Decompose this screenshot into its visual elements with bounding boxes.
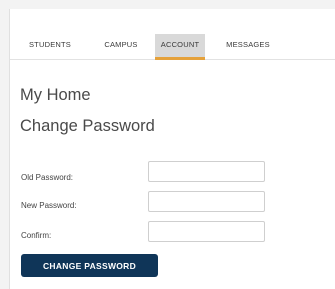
new-password-field[interactable] xyxy=(148,191,265,212)
tab-account[interactable]: ACCOUNT xyxy=(155,34,205,60)
confirm-password-field[interactable] xyxy=(148,221,265,242)
change-password-button[interactable]: CHANGE PASSWORD xyxy=(21,254,158,277)
new-password-label: New Password: xyxy=(21,201,77,210)
page-title: My Home xyxy=(20,86,91,104)
old-password-field[interactable] xyxy=(148,161,265,182)
tab-students[interactable]: STUDENTS xyxy=(28,38,72,65)
tab-bar: STUDENTS CAMPUS ACCOUNT MESSAGES xyxy=(10,9,335,60)
page-subtitle: Change Password xyxy=(20,117,155,135)
content-panel: STUDENTS CAMPUS ACCOUNT MESSAGES My Home… xyxy=(9,9,335,289)
tab-campus[interactable]: CAMPUS xyxy=(98,38,144,65)
page-frame: STUDENTS CAMPUS ACCOUNT MESSAGES My Home… xyxy=(0,0,335,289)
tab-messages[interactable]: MESSAGES xyxy=(221,38,275,65)
old-password-label: Old Password: xyxy=(21,173,74,182)
confirm-password-label: Confirm: xyxy=(21,231,52,240)
